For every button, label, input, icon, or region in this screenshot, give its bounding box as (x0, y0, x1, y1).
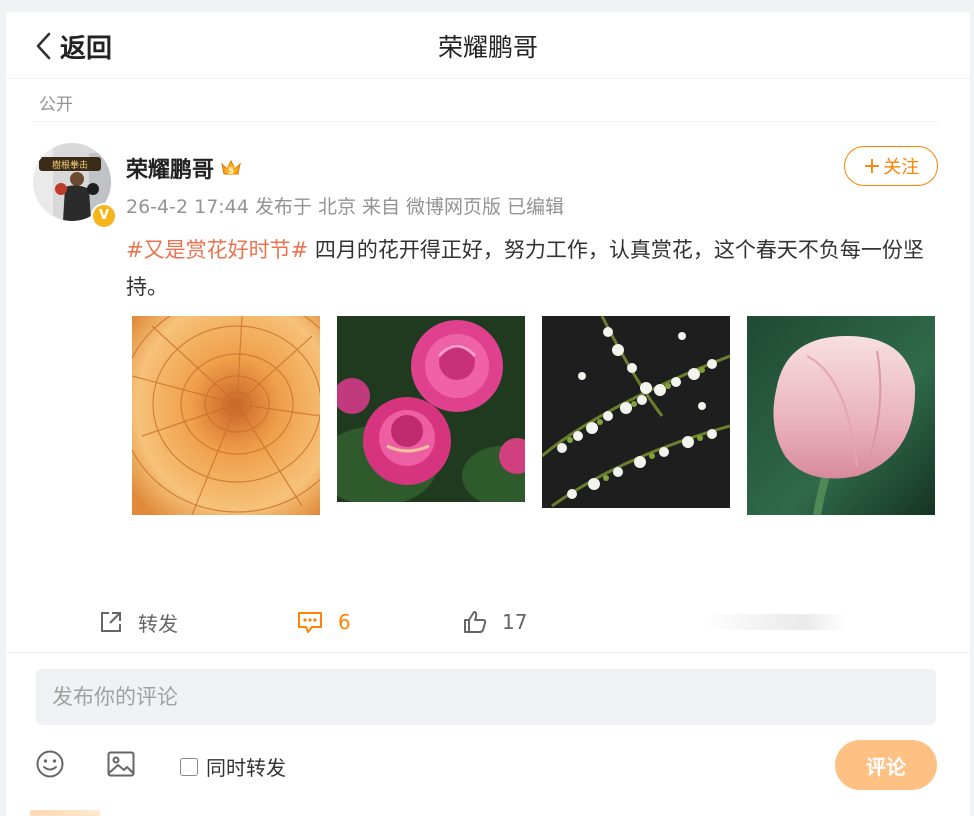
page-title: 荣耀鹏哥 (437, 33, 538, 62)
top-bar: 返回 荣耀鹏哥 (6, 12, 970, 79)
pink-tulip-image[interactable] (747, 316, 935, 515)
white-blossom-branch-image[interactable] (542, 316, 730, 508)
author-name[interactable]: 荣耀鹏哥 (126, 152, 214, 184)
author-row: 荣耀鹏哥 5 (126, 152, 242, 184)
comment-button[interactable]: 6 (296, 600, 351, 644)
image-upload-button[interactable] (106, 749, 136, 783)
verified-badge: V (91, 203, 117, 229)
repost-button[interactable]: 转发 (98, 600, 178, 644)
avatar-caption: 樹根拳击 (52, 159, 88, 171)
pink-strawflower-image[interactable] (337, 316, 525, 502)
image-icon (107, 751, 135, 777)
orange-dahlia-image[interactable] (132, 316, 320, 515)
vip-crown-icon: 5 (221, 159, 241, 176)
comment-count: 6 (338, 610, 351, 634)
plus-icon: + (862, 153, 882, 179)
like-button[interactable]: 17 (462, 600, 527, 644)
svg-text:5: 5 (228, 167, 234, 176)
comment-toolbar: 同时转发 评论 (6, 740, 970, 792)
divider (6, 652, 970, 653)
checkbox-box[interactable] (180, 757, 198, 776)
topic-link[interactable]: #又是赏花好时节# (126, 238, 308, 262)
action-bar: 转发 6 17 (6, 600, 970, 644)
weibo-post-card: 返回 荣耀鹏哥 公开 樹根拳击 V 荣耀鹏哥 5 26-4-2 17:44 发布… (6, 12, 970, 816)
truncated-content (30, 810, 100, 816)
thumbs-up-icon (464, 611, 487, 633)
follow-label: 关注 (883, 157, 920, 178)
repost-label: 转发 (138, 611, 178, 636)
share-icon (101, 612, 121, 632)
comment-icon (298, 612, 322, 633)
comment-input[interactable] (36, 669, 936, 725)
follow-button[interactable]: + 关注 (844, 146, 938, 186)
also-repost-label: 同时转发 (206, 756, 286, 780)
also-repost-checkbox[interactable]: 同时转发 (180, 752, 286, 781)
emoji-icon (36, 750, 64, 778)
like-count: 17 (502, 610, 528, 634)
post-meta: 26-4-2 17:44 发布于 北京 来自 微博网页版 已编辑 (126, 196, 565, 218)
post-text: #又是赏花好时节# 四月的花开得正好，努力工作，认真赏花，这个春天不负每一份坚持… (126, 232, 938, 306)
emoji-button[interactable] (35, 749, 65, 783)
visibility-label: 公开 (39, 95, 73, 115)
submit-comment-button[interactable]: 评论 (835, 740, 937, 790)
divider (32, 121, 938, 122)
faded-element (706, 614, 846, 630)
